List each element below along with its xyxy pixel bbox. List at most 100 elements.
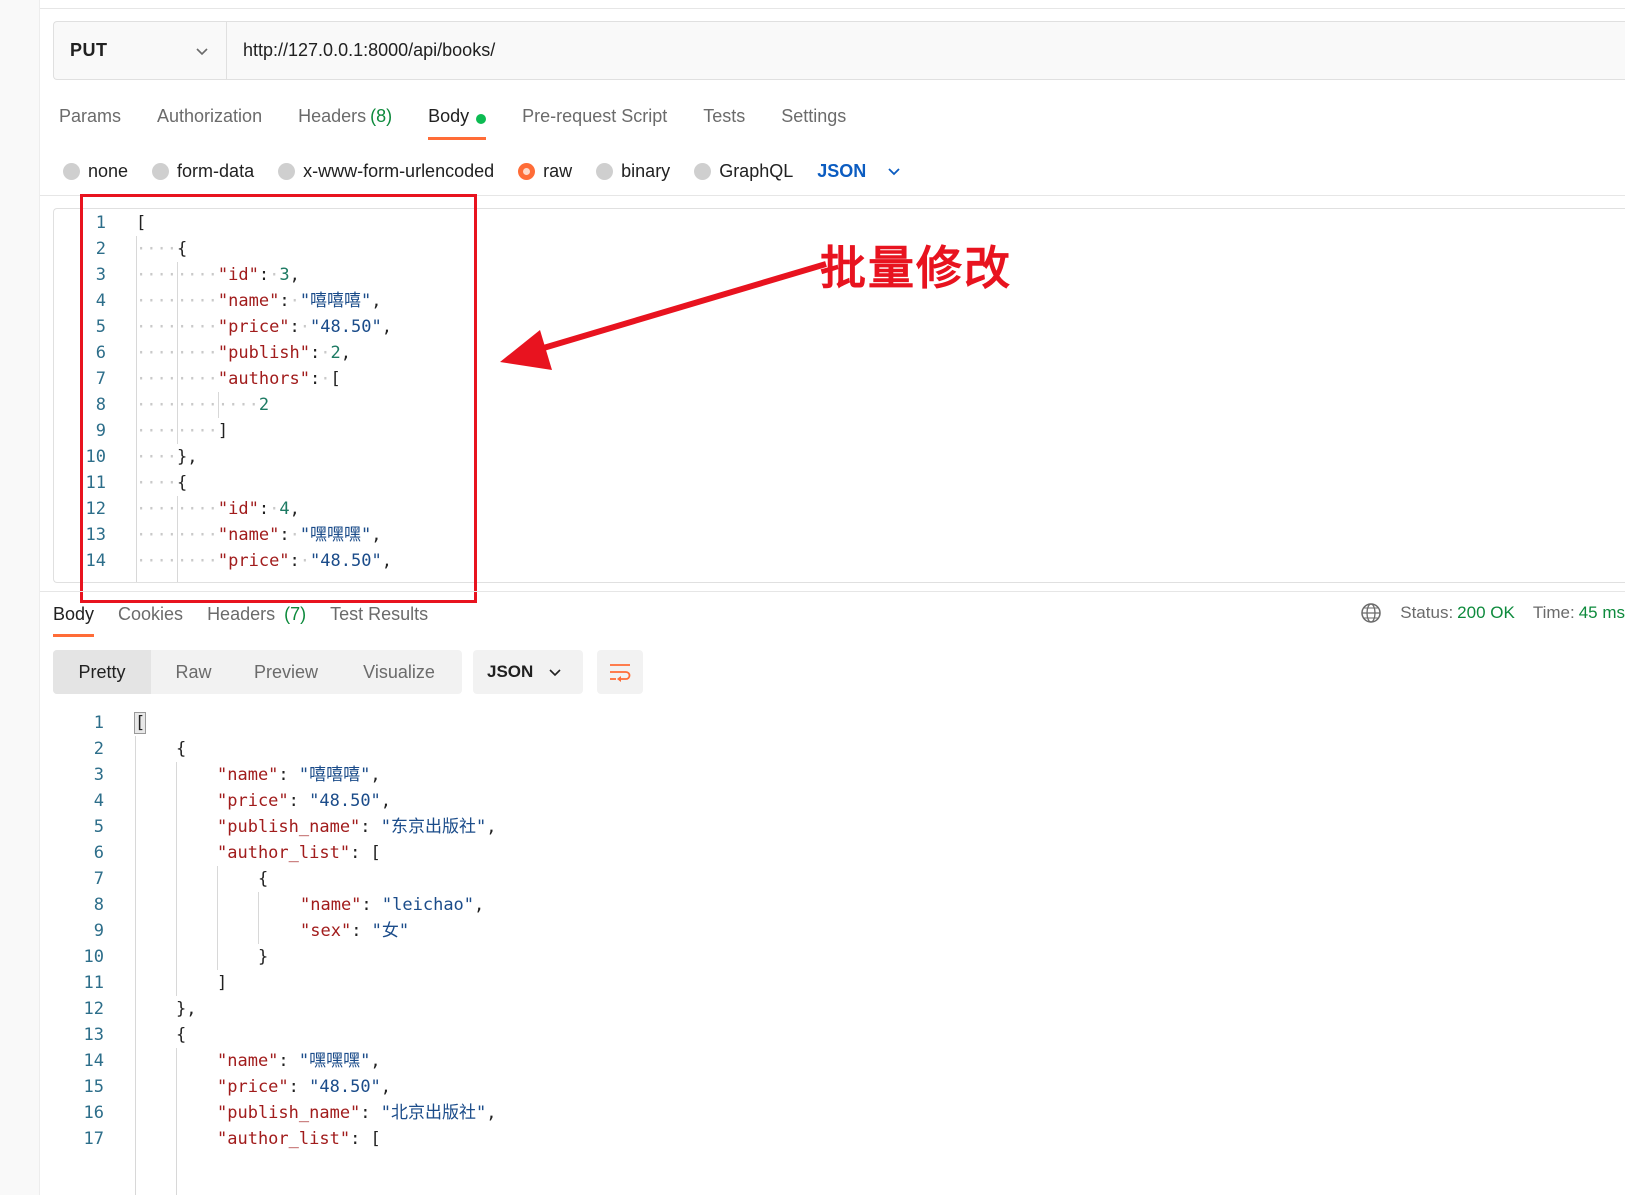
tab-headers[interactable]: Headers (8) [298, 100, 392, 140]
code-line: "author_list": [ [217, 1129, 381, 1149]
json-key: "publish_name" [217, 1103, 361, 1123]
line-number: 11 [83, 973, 104, 993]
line-number: 15 [83, 1077, 104, 1097]
code-line: ] [217, 970, 227, 996]
tab-tests[interactable]: Tests [703, 100, 745, 140]
wrap-lines-button[interactable] [597, 650, 643, 694]
tab-response-body[interactable]: Body [53, 602, 95, 637]
json-string: "嘻嘻嘻" [298, 765, 371, 785]
json-string: "北京出版社" [380, 1103, 487, 1123]
line-number: 9 [93, 921, 104, 941]
radio-button[interactable] [596, 162, 614, 180]
tab-label: Headers [298, 106, 367, 126]
mode-graphql[interactable]: GraphQL [694, 161, 793, 182]
radio-button[interactable] [694, 162, 712, 180]
token: } [258, 947, 269, 967]
code-line: "author_list": [ [217, 843, 381, 863]
tab-test-results[interactable]: Test Results [330, 602, 428, 637]
line-number: 13 [83, 1025, 104, 1045]
json-key: "name" [217, 765, 279, 785]
line-number: 5 [93, 817, 104, 837]
tab-label: Cookies [118, 604, 184, 624]
mode-label: none [88, 160, 129, 181]
status-value[interactable]: 200 OK [1457, 603, 1515, 623]
method-select[interactable]: PUT [54, 22, 227, 79]
code-line: "price": "48.50", [217, 1077, 392, 1097]
url-input[interactable]: http://127.0.0.1:8000/api/books/ [227, 22, 1625, 79]
radio-button[interactable] [152, 162, 170, 180]
code-line: "publish_name": "东京出版社", [217, 817, 497, 837]
mode-urlencoded[interactable]: x-www-form-urlencoded [278, 161, 494, 182]
code-line: }, [176, 996, 196, 1022]
token: { [176, 739, 187, 759]
time-value[interactable]: 45 ms [1579, 603, 1625, 623]
mode-form-data[interactable]: form-data [152, 161, 254, 182]
code-line: "price": "48.50", [217, 791, 392, 811]
response-status: Status: 200 OK Time: 45 ms [1360, 602, 1625, 624]
json-string: "女" [371, 921, 410, 941]
token: ] [217, 973, 228, 993]
mode-label: x-www-form-urlencoded [303, 160, 495, 181]
tab-response-headers[interactable]: Headers (7) [207, 602, 306, 637]
line-number: 1 [93, 713, 104, 733]
view-raw[interactable]: Raw [151, 650, 236, 694]
mode-label: GraphQL [719, 160, 794, 181]
mode-none[interactable]: none [63, 161, 128, 182]
tab-label: Authorization [157, 106, 263, 126]
view-visualize[interactable]: Visualize [336, 650, 462, 694]
tab-cookies[interactable]: Cookies [118, 602, 183, 637]
json-string: "48.50" [309, 791, 381, 811]
radio-button[interactable] [278, 162, 296, 180]
highlight-box [80, 194, 477, 603]
request-tabs: Params Authorization Headers (8) Body Pre… [59, 100, 882, 140]
globe-icon[interactable] [1360, 602, 1382, 624]
json-key: "author_list" [217, 1129, 351, 1149]
line-number: 17 [83, 1129, 104, 1149]
json-string: "48.50" [309, 1077, 381, 1097]
code-line: "name": "嘿嘿嘿", [217, 1051, 381, 1071]
mode-raw[interactable]: raw [518, 161, 572, 182]
line-number: 8 [93, 895, 104, 915]
json-key: "publish_name" [217, 817, 361, 837]
view-preview[interactable]: Preview [236, 650, 336, 694]
line-number: 14 [83, 1051, 104, 1071]
code-line: { [176, 736, 186, 762]
tab-settings[interactable]: Settings [781, 100, 846, 140]
tab-pre-request-script[interactable]: Pre-request Script [522, 100, 667, 140]
view-pretty[interactable]: Pretty [53, 650, 151, 694]
view-mode-toggle: Pretty Raw Preview Visualize [53, 650, 462, 694]
chevron-down-icon [888, 168, 900, 176]
token: }, [176, 999, 197, 1019]
token: [ [134, 712, 147, 734]
headers-count: (8) [370, 106, 393, 126]
radio-button[interactable] [63, 162, 80, 180]
response-body-viewer[interactable]: 1 2 3 4 5 6 7 8 9 10 11 12 13 14 15 16 1… [40, 710, 1625, 1195]
mode-binary[interactable]: binary [596, 161, 670, 182]
indent-guide [217, 866, 218, 970]
code-line: "name": "嘻嘻嘻", [217, 765, 381, 785]
tab-label: Pre-request Script [522, 106, 668, 126]
body-mode-options: none form-data x-www-form-urlencoded raw… [63, 156, 902, 186]
json-key: "author_list" [217, 843, 351, 863]
line-number: 3 [93, 765, 104, 785]
body-format-select[interactable]: JSON [817, 161, 902, 182]
tab-body[interactable]: Body [428, 100, 487, 140]
code-line: "publish_name": "北京出版社", [217, 1103, 497, 1123]
top-divider [40, 8, 1625, 9]
request-bar: PUT http://127.0.0.1:8000/api/books/ [53, 21, 1625, 80]
indent-guide [258, 892, 259, 944]
code-line: } [258, 944, 268, 970]
line-number: 2 [93, 739, 104, 759]
body-format-label: JSON [817, 160, 867, 181]
token: [ [370, 843, 381, 863]
tab-params[interactable]: Params [59, 100, 121, 140]
indent-guide [135, 736, 136, 1195]
json-string: "东京出版社" [380, 817, 487, 837]
tab-authorization[interactable]: Authorization [157, 100, 262, 140]
code-line: [ [134, 710, 147, 736]
line-number: 6 [93, 843, 104, 863]
response-format-select[interactable]: JSON [473, 650, 583, 694]
json-key: "name" [217, 1051, 279, 1071]
radio-button-selected[interactable] [518, 162, 536, 180]
tab-label: Params [59, 106, 122, 126]
